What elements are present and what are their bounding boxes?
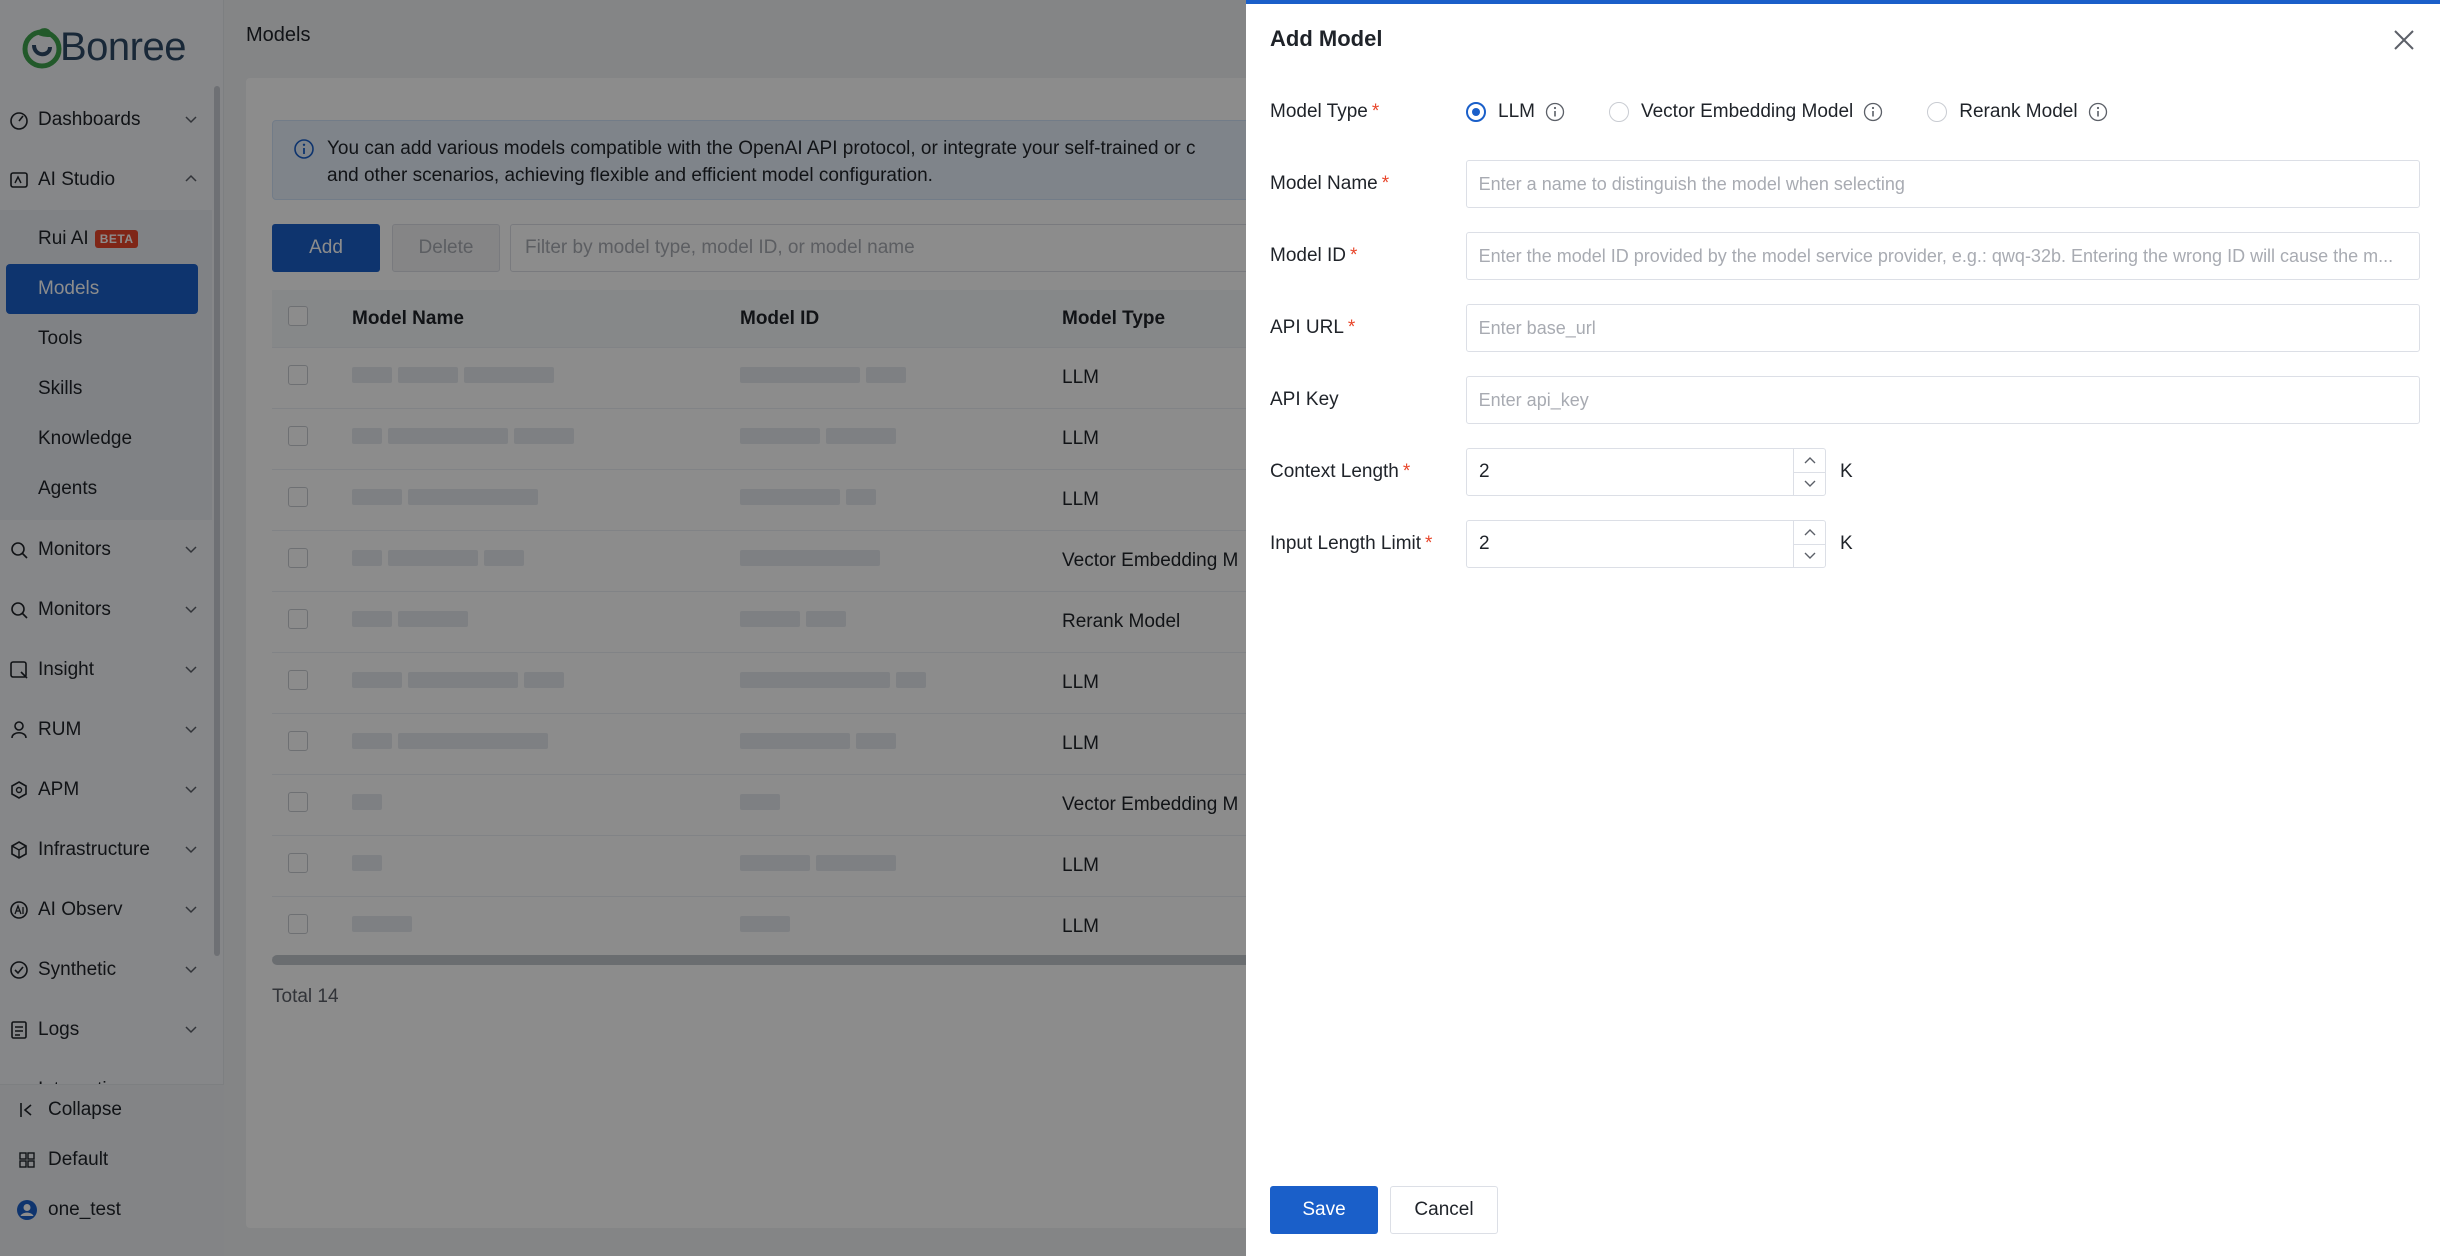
input-length-limit-stepper <box>1466 520 1826 568</box>
context-length-stepper <box>1466 448 1826 496</box>
cancel-button[interactable]: Cancel <box>1390 1186 1498 1234</box>
stepper-controls <box>1793 449 1825 495</box>
context-length-label: Context Length * <box>1270 461 1411 482</box>
close-icon[interactable] <box>2390 26 2418 54</box>
input-length-limit-input[interactable] <box>1467 521 1793 567</box>
add-model-drawer: Add Model Model Type * LLM Vector Embeddi… <box>1246 0 2440 1256</box>
info-icon[interactable] <box>1863 102 1883 122</box>
decrement-button[interactable] <box>1794 471 1825 496</box>
api-url-input[interactable] <box>1465 304 2420 352</box>
model-type-option-vector-embedding[interactable]: Vector Embedding Model <box>1608 101 1883 123</box>
context-length-unit: K <box>1840 461 1853 482</box>
increment-button[interactable] <box>1794 521 1825 544</box>
context-length-row: Context Length* K <box>1270 448 2420 496</box>
info-icon[interactable] <box>1545 102 1565 122</box>
radio-checked[interactable] <box>1466 102 1486 122</box>
api-url-label: API URL * <box>1270 317 1356 338</box>
model-type-row: Model Type * LLM Vector Embedding Model R… <box>1270 88 2420 136</box>
save-button[interactable]: Save <box>1270 1186 1378 1234</box>
model-type-option-rerank[interactable]: Rerank Model <box>1927 101 2107 123</box>
model-type-label: Model Type * <box>1270 101 1380 122</box>
chevron-up-icon <box>1804 529 1815 536</box>
model-name-row: Model Name * <box>1270 160 2420 208</box>
model-type-radio-group: LLM Vector Embedding Model Rerank Model <box>1466 101 2152 123</box>
model-type-option-llm[interactable]: LLM <box>1466 101 1565 123</box>
decrement-button[interactable] <box>1794 543 1825 568</box>
chevron-up-icon <box>1804 457 1815 464</box>
model-name-input[interactable] <box>1465 160 2420 208</box>
api-key-label: API Key <box>1270 389 1339 410</box>
context-length-input[interactable] <box>1467 449 1793 495</box>
api-url-row: API URL * <box>1270 304 2420 352</box>
increment-button[interactable] <box>1794 449 1825 472</box>
input-length-limit-row: Input Length Limit* K <box>1270 520 2420 568</box>
model-id-label: Model ID * <box>1270 245 1358 266</box>
chevron-down-icon <box>1804 480 1815 487</box>
info-icon[interactable] <box>2088 102 2108 122</box>
radio-unchecked[interactable] <box>1927 102 1948 122</box>
api-key-row: API Key <box>1270 376 2420 424</box>
input-length-limit-label: Input Length Limit * <box>1270 533 1433 554</box>
radio-unchecked[interactable] <box>1608 102 1629 122</box>
model-id-row: Model ID * <box>1270 232 2420 280</box>
model-name-label: Model Name * <box>1270 173 1390 194</box>
chevron-down-icon <box>1804 552 1815 559</box>
model-id-input[interactable] <box>1465 232 2420 280</box>
input-length-limit-unit: K <box>1840 533 1853 554</box>
api-key-input[interactable] <box>1465 376 2420 424</box>
drawer-title: Add Model <box>1270 26 1383 51</box>
stepper-controls <box>1793 521 1825 567</box>
